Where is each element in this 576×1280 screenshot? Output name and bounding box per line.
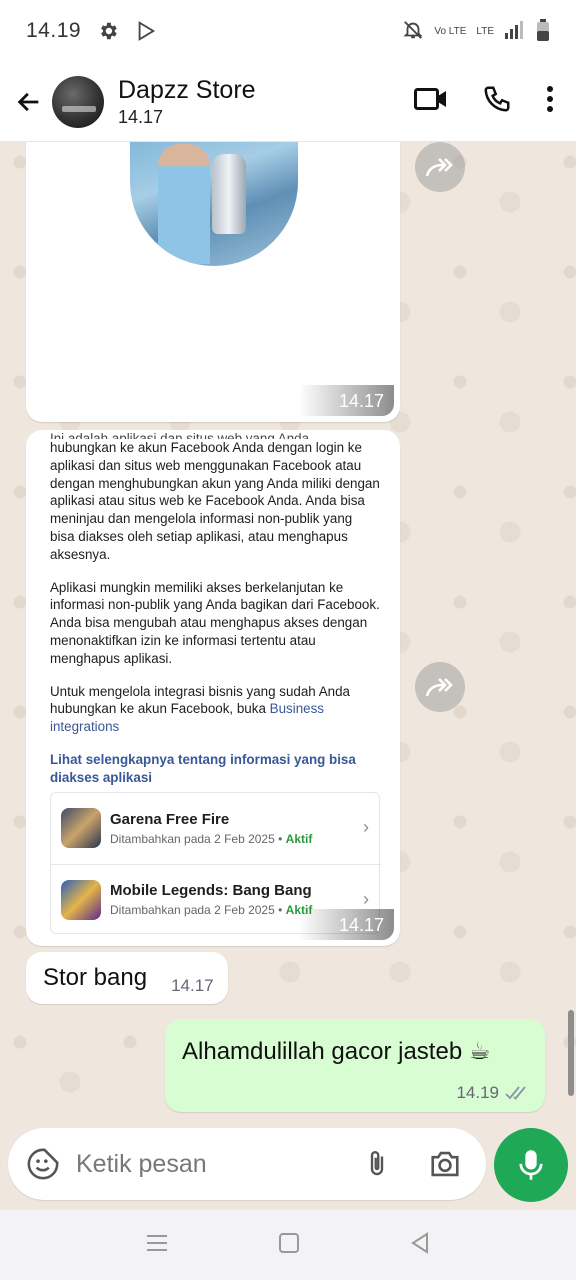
- chevron-right-icon: ›: [363, 817, 369, 837]
- back-button[interactable]: [4, 62, 54, 142]
- chat-area[interactable]: 14.17 Ini adalah aplikasi dan situs web …: [0, 142, 576, 1127]
- forward-button[interactable]: [415, 142, 465, 192]
- recent-apps-button[interactable]: [145, 1233, 169, 1258]
- app-added-date: Ditambahkan pada 2 Feb 2025: [110, 831, 275, 846]
- sticker-icon: [27, 1148, 59, 1180]
- message-time: 14.19: [456, 1083, 499, 1102]
- play-store-icon: [135, 20, 157, 42]
- message-composer: Ketik pesan: [8, 1128, 486, 1200]
- outgoing-message[interactable]: Alhamdulillah gacor jasteb ☕ 14.19: [165, 1019, 545, 1112]
- status-time: 14.19: [26, 19, 82, 42]
- message-text: Alhamdulillah gacor jasteb ☕: [182, 1038, 491, 1065]
- message-time: 14.17: [298, 385, 394, 416]
- message-text: Stor bang: [43, 964, 148, 991]
- contact-name: Dapzz Store: [118, 76, 256, 104]
- contact-avatar[interactable]: [52, 75, 104, 128]
- doc-paragraph-3: Untuk mengelola integrasi bisnis yang su…: [50, 683, 380, 736]
- contact-info[interactable]: Dapzz Store 14.17: [118, 75, 256, 128]
- screenshot-message[interactable]: Ini adalah aplikasi dan situs web yang A…: [26, 430, 400, 946]
- paperclip-icon: [370, 1151, 384, 1176]
- microphone-icon: [519, 1150, 543, 1180]
- message-time: 14.17: [171, 976, 214, 995]
- doc-paragraph-1: hubungkan ke akun Facebook Anda dengan l…: [50, 440, 380, 562]
- camera-icon: [431, 1151, 459, 1177]
- forward-icon: [425, 158, 453, 177]
- free-fire-app-icon: [61, 808, 101, 848]
- more-vertical-icon: [547, 86, 553, 112]
- app-added: Ditambahkan pada 2 Feb 2025 • Aktif: [110, 831, 313, 846]
- forward-icon: [425, 678, 453, 697]
- chevron-right-icon: ›: [363, 889, 369, 909]
- system-nav-bar: [0, 1210, 576, 1280]
- chat-header: Dapzz Store 14.17: [0, 62, 576, 142]
- double-check-icon: [505, 1086, 526, 1100]
- settings-gear-icon: [97, 20, 119, 42]
- message-meta: 14.19: [456, 1083, 531, 1103]
- square-icon: [278, 1232, 299, 1253]
- more-options-button[interactable]: [546, 85, 554, 118]
- photo-trophy: [212, 154, 246, 234]
- video-call-button[interactable]: [414, 86, 448, 117]
- shared-photo[interactable]: [130, 142, 298, 266]
- last-seen: 14.17: [118, 107, 164, 127]
- mute-bell-icon: [402, 19, 424, 44]
- network-label-2: LTE: [476, 25, 494, 37]
- voice-call-button[interactable]: [482, 84, 512, 119]
- status-bar: 14.19 Vo LTE LTE: [0, 0, 576, 62]
- image-message[interactable]: 14.17: [26, 142, 400, 422]
- voice-record-button[interactable]: [494, 1128, 568, 1202]
- signal-icon: [504, 20, 526, 42]
- arrow-left-icon: [17, 92, 39, 111]
- menu-lines-icon: [146, 1234, 167, 1251]
- phone-icon: [484, 86, 510, 112]
- battery-icon: [536, 18, 550, 44]
- message-time: 14.17: [298, 909, 394, 940]
- app-status: Aktif: [285, 831, 313, 846]
- sticker-button[interactable]: [26, 1147, 60, 1181]
- home-button[interactable]: [278, 1232, 300, 1259]
- photo-person: [158, 144, 210, 264]
- attach-button[interactable]: [362, 1147, 392, 1181]
- app-added-date: Ditambahkan pada 2 Feb 2025: [110, 903, 275, 917]
- app-row: Garena Free Fire Ditambahkan pada 2 Feb …: [51, 793, 381, 863]
- app-name: Garena Free Fire: [110, 810, 230, 828]
- scrollbar[interactable]: [568, 1010, 574, 1096]
- doc-cut-line: Ini adalah aplikasi dan situs web yang A…: [50, 431, 310, 439]
- camera-button[interactable]: [428, 1149, 462, 1179]
- forward-button[interactable]: [415, 662, 465, 712]
- message-input[interactable]: Ketik pesan: [76, 1150, 207, 1179]
- mobile-legends-app-icon: [61, 879, 101, 920]
- app-added: Ditambahkan pada 2 Feb 2025 • Aktif: [110, 903, 312, 917]
- triangle-back-icon: [411, 1231, 429, 1254]
- app-name: Mobile Legends: Bang Bang: [110, 882, 312, 899]
- status-right: Vo LTE LTE: [402, 18, 550, 44]
- incoming-message[interactable]: Stor bang 14.17: [26, 952, 228, 1004]
- see-more-link: Lihat selengkapnya tentang informasi yan…: [50, 751, 356, 785]
- doc-paragraph-2: Aplikasi mungkin memiliki akses berkelan…: [50, 579, 380, 666]
- shared-screenshot: Ini adalah aplikasi dan situs web yang A…: [50, 430, 380, 802]
- network-label: Vo LTE: [434, 25, 467, 37]
- video-camera-icon: [414, 88, 446, 110]
- system-back-button[interactable]: [409, 1231, 431, 1260]
